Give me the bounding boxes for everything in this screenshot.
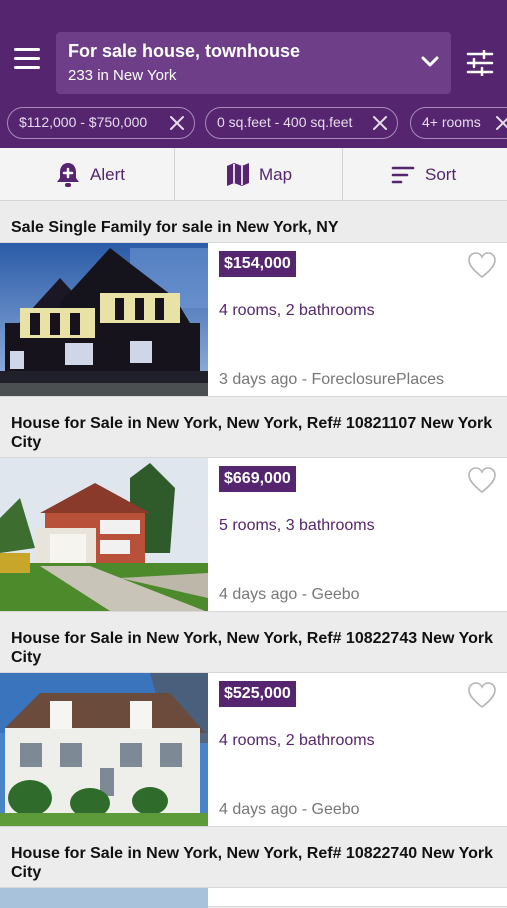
- listing-rooms: 4 rooms, 2 bathrooms: [219, 732, 375, 749]
- close-icon[interactable]: [495, 115, 507, 131]
- listing-card[interactable]: [0, 887, 507, 908]
- listing-rooms: 5 rooms, 3 bathrooms: [219, 517, 375, 534]
- menu-icon-line: [14, 66, 40, 69]
- search-result-count: 233 in New York: [68, 67, 177, 84]
- app-header: For sale house, townhouse 233 in New Yor…: [0, 0, 507, 102]
- listing-title[interactable]: House for Sale in New York, New York, Re…: [0, 827, 507, 887]
- menu-icon-line: [14, 57, 40, 60]
- listing-card[interactable]: $669,000 5 rooms, 3 bathrooms 4 days ago…: [0, 457, 507, 612]
- filter-chip-price[interactable]: $112,000 - $750,000: [7, 107, 195, 139]
- filter-settings-icon[interactable]: [466, 50, 494, 76]
- listing-rooms: 4 rooms, 2 bathrooms: [219, 302, 375, 319]
- listing-title[interactable]: House for Sale in New York, New York, Re…: [0, 612, 507, 672]
- alert-label: Alert: [90, 165, 125, 184]
- alert-button[interactable]: Alert: [0, 148, 175, 201]
- map-button[interactable]: Map: [175, 148, 343, 201]
- heart-icon[interactable]: [467, 466, 497, 494]
- sort-label: Sort: [425, 165, 457, 184]
- map-label: Map: [259, 165, 293, 184]
- listing-price: $525,000: [219, 681, 296, 707]
- heart-icon[interactable]: [467, 251, 497, 279]
- filter-chip-area[interactable]: 0 sq.feet - 400 sq.feet: [205, 107, 398, 139]
- listing-results: Sale Single Family for sale in New York,…: [0, 201, 507, 908]
- filter-chip-label: 0 sq.feet - 400 sq.feet: [217, 114, 353, 130]
- filter-chip-label: 4+ rooms: [422, 114, 481, 130]
- action-bar: Alert Map Sort: [0, 148, 507, 201]
- filter-chip-rooms[interactable]: 4+ rooms: [410, 107, 507, 139]
- close-icon[interactable]: [169, 115, 185, 131]
- listing-card[interactable]: $525,000 4 rooms, 2 bathrooms 4 days ago…: [0, 672, 507, 827]
- listing-photo[interactable]: [0, 673, 208, 826]
- map-icon: [227, 163, 249, 186]
- bell-plus-icon: [57, 163, 79, 187]
- listing-title[interactable]: Sale Single Family for sale in New York,…: [0, 201, 507, 242]
- listing-meta: 4 days ago - Geebo: [219, 801, 360, 818]
- listing-price: $669,000: [219, 466, 296, 492]
- listing-photo[interactable]: [0, 458, 208, 611]
- sort-icon: [391, 166, 415, 184]
- search-summary-box[interactable]: For sale house, townhouse 233 in New Yor…: [56, 32, 451, 94]
- search-title: For sale house, townhouse: [68, 41, 301, 61]
- chevron-down-icon[interactable]: [421, 55, 439, 69]
- listing-price: $154,000: [219, 251, 296, 277]
- filter-chip-label: $112,000 - $750,000: [19, 114, 148, 130]
- heart-icon[interactable]: [467, 681, 497, 709]
- sort-button[interactable]: Sort: [343, 148, 507, 201]
- listing-photo[interactable]: [0, 888, 208, 908]
- close-icon[interactable]: [372, 115, 388, 131]
- listing-photo[interactable]: [0, 243, 208, 396]
- listing-title[interactable]: House for Sale in New York, New York, Re…: [0, 397, 507, 457]
- menu-button[interactable]: [14, 48, 42, 72]
- listing-meta: 4 days ago - Geebo: [219, 586, 360, 603]
- listing-meta: 3 days ago - ForeclosurePlaces: [219, 371, 444, 388]
- active-filters-bar: $112,000 - $750,000 0 sq.feet - 400 sq.f…: [0, 102, 507, 148]
- menu-icon-line: [14, 48, 40, 51]
- listing-card[interactable]: $154,000 4 rooms, 2 bathrooms 3 days ago…: [0, 242, 507, 397]
